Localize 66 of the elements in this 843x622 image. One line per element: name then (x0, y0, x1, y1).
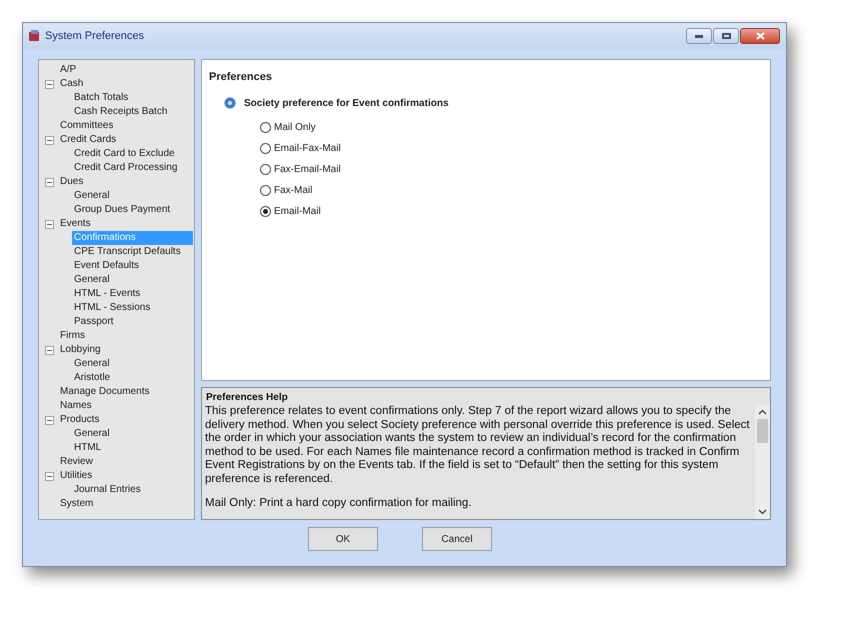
collapse-icon[interactable] (44, 178, 54, 186)
radio-button[interactable] (260, 122, 271, 133)
tree-item[interactable]: Committees (58, 119, 116, 133)
tree-item[interactable]: Credit Cards (58, 133, 118, 147)
help-text: This preference relates to event confirmations only. Step 7 of the report wizard allows you to specify the delivery method. When you select Society preference with personal override this preference is used. Select the order in which your association wants the system to review an individual’s record for the confirmation method to be used. For each Names file maintenance record a confirmation method is tracked in Confirm Event Registrations by on the Events tab. If the field is set to “Default” then the setting for this system preference is referenced. (205, 405, 751, 486)
tree-item[interactable]: Names (58, 399, 94, 413)
question-label: Society preference for Event confirmations (244, 96, 449, 110)
radio-button[interactable] (260, 185, 271, 196)
help-icon (224, 97, 236, 109)
tree-item[interactable]: Group Dues Payment (72, 203, 172, 217)
tree-item[interactable]: Products (58, 413, 102, 427)
tree-item[interactable]: CPE Transcript Defaults (72, 245, 183, 259)
tree-item[interactable]: HTML (72, 441, 104, 455)
minimize-button[interactable] (686, 28, 712, 44)
radio-option[interactable]: Email-Fax-Mail (260, 142, 763, 156)
tree-item[interactable]: Dues (58, 175, 86, 189)
tree-item[interactable]: General (72, 189, 112, 203)
collapse-icon[interactable] (44, 416, 54, 424)
tree-item[interactable]: HTML - Sessions (72, 301, 152, 315)
dialog-button[interactable]: Cancel (422, 527, 492, 551)
tree-item[interactable]: Lobbying (58, 343, 103, 357)
window-title: System Preferences (45, 28, 144, 44)
tree-item[interactable]: A/P (58, 63, 78, 77)
tree-item[interactable]: Cash Receipts Batch (72, 105, 170, 119)
collapse-icon[interactable] (44, 80, 54, 88)
tree-item[interactable]: Credit Card to Exclude (72, 147, 177, 161)
radio-button[interactable] (260, 143, 271, 154)
tree-item[interactable]: Events (58, 217, 93, 231)
radio-option[interactable]: Mail Only (260, 120, 763, 134)
radio-option[interactable]: Fax-Email-Mail (260, 162, 763, 176)
tree-item[interactable]: Review (58, 455, 95, 469)
radio-button[interactable] (260, 164, 271, 175)
tree-item[interactable]: Cash (58, 77, 86, 91)
tree-item[interactable]: General (72, 357, 112, 371)
collapse-icon[interactable] (44, 220, 54, 228)
tree-item[interactable]: Firms (58, 329, 87, 343)
radio-option[interactable]: Fax-Mail (260, 184, 763, 198)
tree-item[interactable]: HTML - Events (72, 287, 142, 301)
tree-item[interactable]: System (58, 497, 96, 511)
collapse-icon[interactable] (44, 346, 54, 354)
tree-item[interactable]: Aristotle (72, 371, 112, 385)
scroll-thumb[interactable] (757, 419, 768, 443)
tree-item[interactable]: Credit Card Processing (72, 161, 180, 175)
scroll-up-icon[interactable] (758, 409, 767, 415)
maximize-button[interactable] (713, 28, 739, 44)
collapse-icon[interactable] (44, 472, 54, 480)
tree-item[interactable]: Manage Documents (58, 385, 152, 399)
scrollbar[interactable] (755, 405, 770, 519)
tree-item[interactable]: Event Defaults (72, 259, 142, 273)
tree-item[interactable]: General (72, 273, 112, 287)
dialog-button[interactable]: OK (308, 527, 378, 551)
close-button[interactable] (740, 28, 780, 44)
radio-option[interactable]: Email-Mail (260, 204, 763, 218)
scroll-down-icon[interactable] (758, 509, 767, 515)
panel-title: Preferences (209, 70, 273, 85)
tree-item[interactable]: General (72, 427, 112, 441)
radio-button[interactable] (260, 206, 271, 217)
tree-item[interactable]: Batch Totals (72, 91, 130, 105)
collapse-icon[interactable] (44, 136, 54, 144)
close-icon (756, 32, 764, 40)
help-title: Preferences Help (205, 391, 289, 405)
help-text: Mail Only: Print a hard copy confirmation for mailing. (205, 497, 473, 510)
app-icon (27, 29, 41, 43)
tree-item[interactable]: Journal Entries (72, 483, 143, 497)
tree-item[interactable]: Utilities (58, 469, 94, 483)
tree-item[interactable]: Passport (72, 315, 116, 329)
